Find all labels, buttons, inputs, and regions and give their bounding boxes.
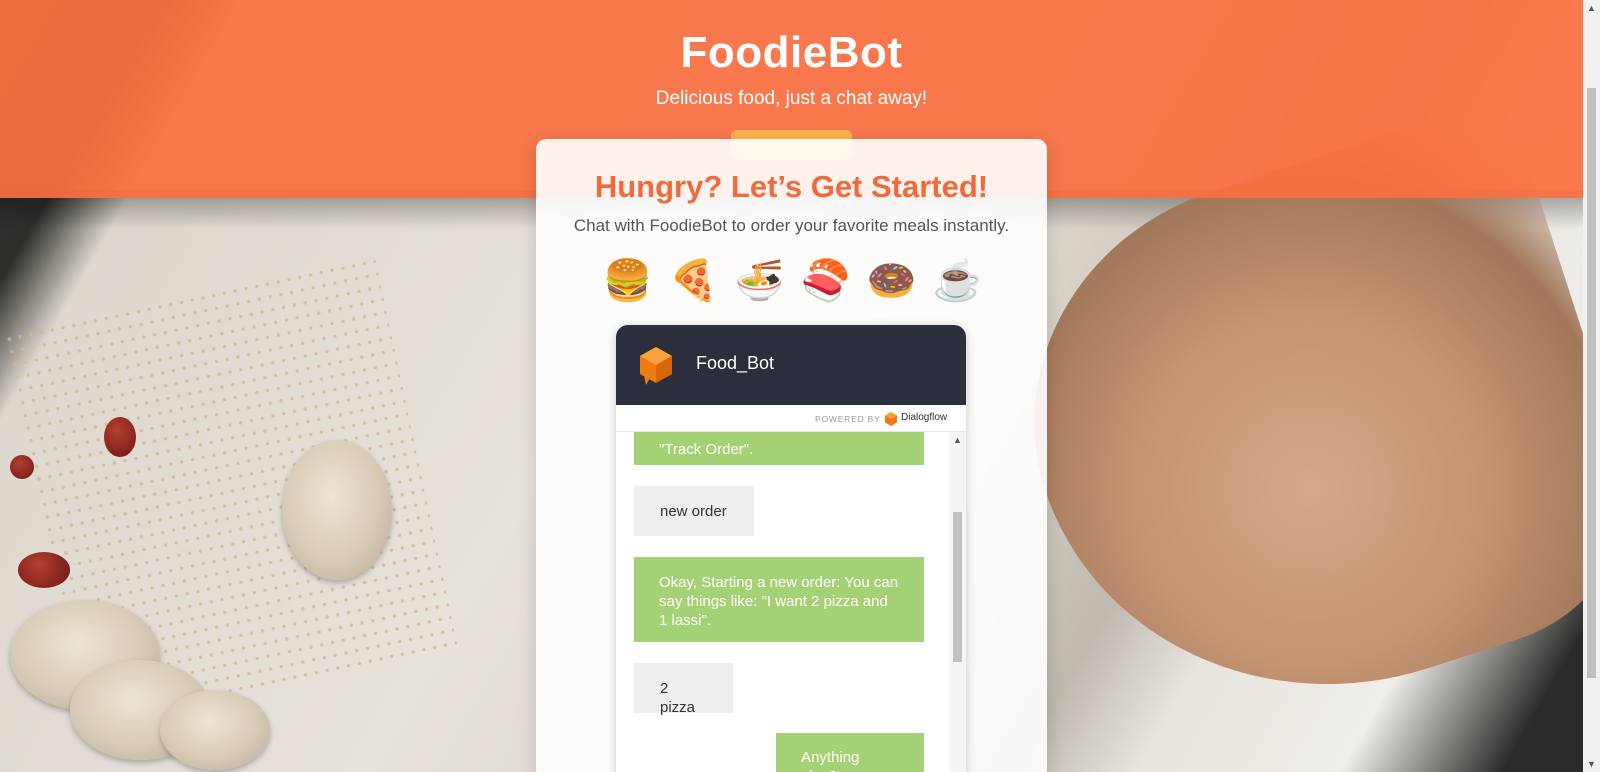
bot-message: "Track Order". (634, 432, 924, 465)
dialogflow-logo-icon (640, 347, 672, 385)
message-list[interactable]: "Track Order". new order Okay, Starting … (616, 432, 966, 772)
bot-name: Food_Bot (696, 353, 775, 373)
page-subtitle: Delicious food, just a chat away! (655, 88, 928, 109)
chat-header: Food_Bot (616, 325, 966, 405)
page-scrollbar[interactable]: ▲ ▼ (1583, 0, 1600, 772)
bot-message: Anything else? (776, 733, 924, 772)
chat-scrollbar[interactable]: ▲ ▼ (949, 432, 966, 772)
coffee-icon: ☕ (932, 259, 983, 303)
chat-scroll-thumb[interactable] (953, 512, 962, 662)
mushroom-slice (282, 440, 392, 580)
page-scroll-thumb[interactable] (1587, 88, 1596, 678)
chili-pepper (10, 455, 34, 479)
burger-icon: 🍔 (602, 259, 653, 303)
chat-widget[interactable]: Food_Bot POWERED BY Dialogflow "Track Or… (616, 325, 966, 772)
donut-icon: 🍩 (866, 259, 917, 303)
food-emoji-row: 🍔 🍕 🍜 🍣 🍩 ☕ (536, 257, 1047, 305)
bot-message: Okay, Starting a new order: You can say … (634, 557, 924, 642)
page-scroll-down-icon[interactable]: ▼ (1587, 759, 1596, 769)
dialogflow-small-icon (885, 412, 897, 426)
powered-by-label: POWERED BY (815, 414, 881, 424)
powered-by-bar: POWERED BY Dialogflow (616, 405, 966, 432)
pizza-icon: 🍕 (668, 259, 719, 303)
scroll-up-icon[interactable]: ▲ (953, 435, 962, 445)
card-tagline: Chat with FoodieBot to order your favori… (573, 216, 1010, 235)
user-message: new order (634, 486, 754, 536)
card-headline: Hungry? Let’s Get Started! (594, 169, 989, 204)
noodles-icon: 🍜 (734, 259, 785, 303)
chili-pepper (104, 417, 136, 457)
dialogflow-link[interactable]: Dialogflow (901, 412, 947, 423)
mushroom-slice (160, 690, 270, 770)
page-title: FoodieBot (680, 28, 903, 77)
user-message: 2 pizza (634, 663, 733, 716)
chili-pepper (18, 552, 70, 588)
sushi-icon: 🍣 (800, 259, 851, 303)
welcome-card: Hungry? Let’s Get Started! Chat with Foo… (536, 139, 1047, 772)
page-scroll-up-icon[interactable]: ▲ (1587, 3, 1596, 13)
